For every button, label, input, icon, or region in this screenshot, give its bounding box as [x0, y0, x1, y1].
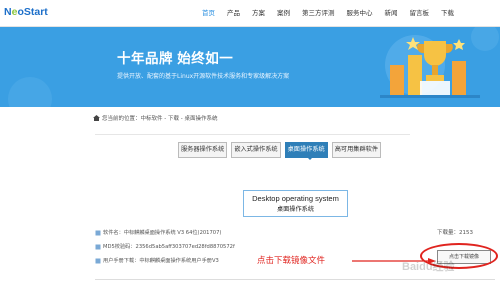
main-nav: 首页 产品 方案 案例 第三方评测 服务中心 新闻 留言板 下载: [196, 0, 460, 26]
nav-third-party[interactable]: 第三方评测: [296, 0, 341, 26]
nav-download[interactable]: 下载: [435, 0, 460, 26]
content-divider: [95, 134, 410, 135]
breadcrumb-text: 您当前的位置：中标软件 - 下载 - 桌面操作系统: [102, 116, 218, 122]
file-icon: [95, 230, 101, 235]
nav-guestbook[interactable]: 留言板: [404, 0, 436, 26]
md5-checksum: MD5校验码：2356d5ab5aff303707ed28fd8870572f: [103, 244, 235, 250]
tab-cluster-software[interactable]: 高可用集群软件: [331, 142, 382, 158]
logo-text-1: N: [4, 6, 12, 18]
breadcrumb: 您当前的位置：中标软件 - 下载 - 桌面操作系统: [93, 114, 217, 122]
home-icon[interactable]: [93, 115, 100, 121]
nav-home[interactable]: 首页: [196, 0, 221, 26]
product-title-cn: 桌面操作系统: [276, 206, 315, 213]
hero-banner: 十年品牌 始终如一 提供开放、配套的基于Linux开源软件技术服务和专家级解决方…: [0, 27, 500, 107]
bottom-divider: [95, 279, 495, 280]
software-name: 软件名：中标麒麟桌面操作系统 V3 64位(201707): [103, 230, 222, 236]
md5-row: MD5校验码：2356d5ab5aff303707ed28fd8870572f: [95, 243, 235, 250]
site-logo[interactable]: NeoStart: [4, 6, 48, 18]
checksum-icon: [95, 244, 101, 249]
banner-subtitle: 提供开放、配套的基于Linux开源软件技术服务和专家级解决方案: [117, 73, 290, 80]
download-count: 下载量：2153: [437, 230, 473, 236]
trophy-icon: [380, 37, 480, 98]
breadcrumb-bar: [0, 107, 500, 135]
manual-row: 用户手册下载：中标麒麟桌面操作系统用户手册V3: [95, 257, 219, 264]
watermark: Baidu经验: [402, 261, 455, 273]
nav-service[interactable]: 服务中心: [341, 0, 379, 26]
product-title-box: Desktop operating system 桌面操作系统: [243, 190, 348, 217]
manual-download-link[interactable]: 用户手册下载：中标麒麟桌面操作系统用户手册V3: [103, 257, 219, 264]
annotation-text: 点击下载镜像文件: [257, 256, 326, 266]
os-category-tabs: 服务器操作系统 嵌入式操作系统 桌面操作系统 高可用集群软件: [178, 142, 382, 158]
tab-server-os[interactable]: 服务器操作系统: [178, 142, 228, 158]
nav-products[interactable]: 产品: [221, 0, 246, 26]
software-name-row: 软件名：中标麒麟桌面操作系统 V3 64位(201707): [95, 229, 221, 236]
active-tab-caret: [306, 156, 314, 160]
tab-embedded-os[interactable]: 嵌入式操作系统: [231, 142, 281, 158]
nav-solutions[interactable]: 方案: [246, 0, 271, 26]
nav-cases[interactable]: 案例: [271, 0, 296, 26]
product-title-en: Desktop operating system: [252, 194, 339, 203]
book-icon: [95, 258, 101, 263]
banner-title: 十年品牌 始终如一: [117, 51, 234, 66]
logo-text-3: oStart: [17, 6, 48, 18]
nav-news[interactable]: 新闻: [379, 0, 404, 26]
